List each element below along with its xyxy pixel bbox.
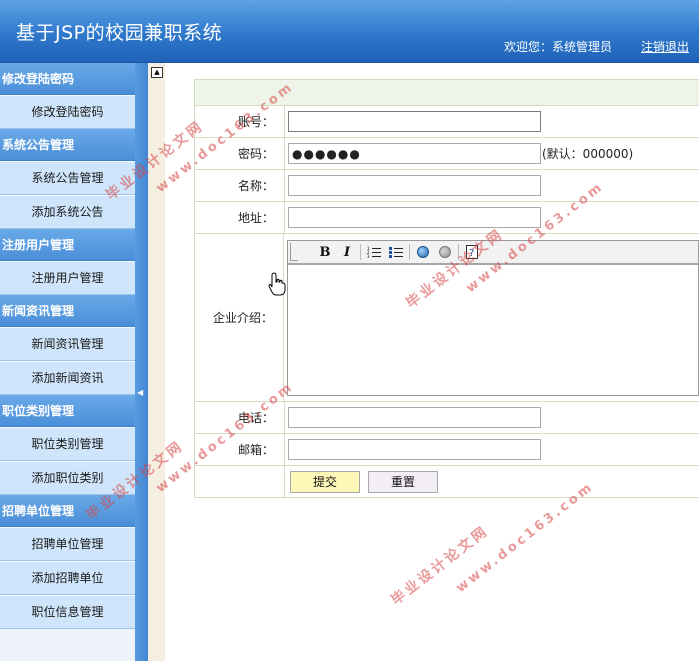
menu-group-company: 招聘单位管理 招聘单位管理 添加招聘单位 职位信息管理 [0, 495, 135, 629]
unordered-list-icon[interactable] [385, 243, 407, 261]
hand-cursor-icon [268, 272, 286, 296]
email-label: 邮箱： [195, 434, 285, 465]
menu-head-users[interactable]: 注册用户管理 [0, 229, 135, 261]
submit-button[interactable]: 提交 [290, 470, 360, 493]
menu-group-news: 新闻资讯管理 新闻资讯管理 添加新闻资讯 [0, 295, 135, 395]
account-label: 账号： [195, 106, 285, 137]
row-address: 地址： [195, 202, 699, 234]
header: 基于JSP的校园兼职系统 欢迎您：系统管理员 注销退出 [0, 0, 699, 63]
menu-group-job-category: 职位类别管理 职位类别管理 添加职位类别 [0, 395, 135, 495]
collapse-up-icon[interactable]: ▲ [151, 67, 163, 78]
editor-toolbar: B I 123 ? [288, 241, 698, 265]
address-label: 地址： [195, 202, 285, 233]
rich-text-editor: B I 123 ? [287, 240, 699, 396]
name-input[interactable] [288, 175, 541, 196]
intro-label: 企业介绍： [195, 234, 284, 401]
menu-item-announcement-manage[interactable]: 系统公告管理 [0, 161, 135, 195]
reset-button[interactable]: 重置 [368, 470, 438, 493]
toolbar-separator [458, 244, 459, 260]
menu-group-password: 修改登陆密码 修改登陆密码 [0, 63, 135, 129]
menu-head-password[interactable]: 修改登陆密码 [0, 63, 135, 95]
ordered-list-icon[interactable]: 123 [363, 243, 385, 261]
italic-icon[interactable]: I [336, 243, 358, 261]
row-intro: 企业介绍： B I 123 ? [195, 234, 699, 402]
password-label: 密码： [195, 138, 285, 169]
menu-item-job-info-manage[interactable]: 职位信息管理 [0, 595, 135, 629]
menu-item-company-add[interactable]: 添加招聘单位 [0, 561, 135, 595]
unlink-icon[interactable] [434, 243, 456, 261]
menu-head-job-category[interactable]: 职位类别管理 [0, 395, 135, 427]
watermark-text: 毕业设计论文网 [388, 522, 492, 609]
svg-text:3: 3 [367, 254, 370, 258]
link-icon[interactable] [412, 243, 434, 261]
welcome-text: 欢迎您：系统管理员 [503, 40, 612, 54]
password-input[interactable]: ●●●●●● [288, 143, 541, 164]
help-icon[interactable]: ? [461, 243, 483, 261]
row-password: 密码： ●●●●●● (默认：000000) [195, 138, 699, 170]
toolbar-separator [360, 244, 361, 260]
content-gutter [148, 63, 165, 661]
svg-text:?: ? [469, 248, 474, 259]
menu-item-news-manage[interactable]: 新闻资讯管理 [0, 327, 135, 361]
phone-label: 电话： [195, 402, 285, 433]
menu-item-job-category-add[interactable]: 添加职位类别 [0, 461, 135, 495]
collapse-left-icon[interactable]: ◀ [137, 388, 143, 397]
app-title: 基于JSP的校园兼职系统 [16, 22, 223, 44]
row-email: 邮箱： [195, 434, 699, 466]
address-input[interactable] [288, 207, 541, 228]
menu-item-announcement-add[interactable]: 添加系统公告 [0, 195, 135, 229]
menu-item-change-password[interactable]: 修改登陆密码 [0, 95, 135, 129]
phone-input[interactable] [288, 407, 541, 428]
menu-head-announcement[interactable]: 系统公告管理 [0, 129, 135, 161]
form-header [195, 80, 699, 106]
toolbar-grip-icon [290, 243, 298, 261]
row-name: 名称： [195, 170, 699, 202]
menu-group-users: 注册用户管理 注册用户管理 [0, 229, 135, 295]
menu-item-job-category-manage[interactable]: 职位类别管理 [0, 427, 135, 461]
bold-icon[interactable]: B [314, 243, 336, 261]
row-account: 账号： [195, 106, 699, 138]
menu-group-announcement: 系统公告管理 系统公告管理 添加系统公告 [0, 129, 135, 229]
name-label: 名称： [195, 170, 285, 201]
editor-content-area[interactable] [288, 265, 698, 395]
menu-head-company[interactable]: 招聘单位管理 [0, 495, 135, 527]
sidebar: 修改登陆密码 修改登陆密码 系统公告管理 系统公告管理 添加系统公告 注册用户管… [0, 63, 135, 661]
menu-item-news-add[interactable]: 添加新闻资讯 [0, 361, 135, 395]
row-phone: 电话： [195, 402, 699, 434]
toolbar-separator [409, 244, 410, 260]
menu-head-news[interactable]: 新闻资讯管理 [0, 295, 135, 327]
buttons-label-cell [195, 466, 285, 497]
email-input[interactable] [288, 439, 541, 460]
password-hint: (默认：000000) [542, 147, 634, 161]
account-input[interactable] [288, 111, 541, 132]
row-buttons: 提交 重置 [195, 466, 699, 497]
logout-link[interactable]: 注销退出 [641, 38, 689, 55]
sidebar-splitter[interactable]: ◀ [135, 63, 148, 661]
menu-item-company-manage[interactable]: 招聘单位管理 [0, 527, 135, 561]
menu-item-users-manage[interactable]: 注册用户管理 [0, 261, 135, 295]
